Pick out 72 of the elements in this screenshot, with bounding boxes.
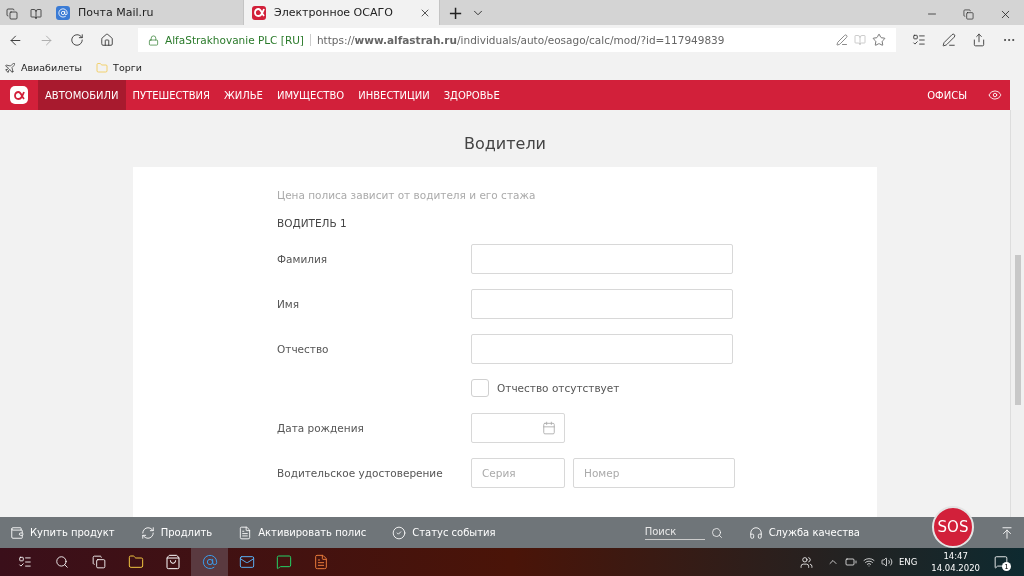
language-indicator[interactable]: ENG [899,557,918,567]
text-field[interactable] [471,244,733,274]
mail-icon[interactable] [238,554,255,570]
alfa-logo-icon [252,5,266,20]
field-label: Имя [277,298,301,310]
nav-link[interactable]: ИНВЕСТИЦИИ [351,80,437,110]
star-icon[interactable] [872,33,886,47]
nav-link[interactable]: ЖИЛЬЕ [216,80,270,110]
action-link[interactable]: Служба качества [748,525,860,540]
text-field[interactable]: Серия [471,458,565,488]
checkbox-label: Отчество отсутствует [497,382,620,394]
refresh-icon[interactable] [70,33,84,47]
new-tab-button[interactable]: + [440,0,472,25]
page-title: Водители [464,134,546,153]
tabs-aside-icon[interactable] [6,8,18,20]
text-field[interactable]: Номер [573,458,735,488]
search-icon[interactable] [54,555,69,569]
action-link[interactable]: Купить продукт [10,525,115,540]
checkbox[interactable] [471,379,489,397]
task-view-icon[interactable] [91,555,106,569]
address-bar[interactable]: AlfaStrakhovanie PLC [RU] https://www.alfastrah.ru/individuals/auto/eosago/calc/mod/?id=117949839 [138,28,896,52]
nav-link[interactable]: ОФИСЫ [920,80,974,110]
folder-icon[interactable] [127,554,144,570]
clock-date[interactable]: 14.04.2020 [931,562,980,574]
browser-tab[interactable]: Электронное ОСАГО [244,0,440,25]
folder-icon [96,61,109,74]
bookmark[interactable]: Торги [96,61,142,74]
volume-icon[interactable] [881,556,893,568]
mail-logo-icon [56,5,70,20]
lock-icon [148,34,159,46]
calendar-icon [542,421,556,435]
home-icon[interactable] [100,33,114,47]
nav-link[interactable]: АВТОМОБИЛИ [38,80,126,110]
document-icon[interactable] [312,554,329,570]
pen-icon[interactable] [942,33,956,47]
bookmark[interactable]: Авиабилеты [4,61,83,74]
action-link[interactable]: Активировать полис [238,525,367,540]
search-field[interactable]: Поиск [644,525,705,540]
share-icon[interactable] [972,33,986,47]
browser-icon[interactable] [201,554,218,570]
nav-link[interactable]: ИМУЩЕСТВО [269,80,352,110]
refresh-icon [140,525,155,540]
shopping-bag-icon[interactable] [164,554,181,570]
action-link[interactable]: Продлить [140,525,213,540]
field-label: Отчество [277,343,330,355]
wifi-icon[interactable] [863,556,875,568]
document-icon [238,525,253,540]
scrollbar[interactable] [1010,110,1024,517]
action-link[interactable]: Статус события [392,525,496,540]
date-field[interactable] [471,413,565,443]
eye-icon[interactable] [988,88,1002,102]
back-icon[interactable] [8,32,23,48]
field-label: Водительское удостоверение [277,467,444,479]
chat-icon[interactable] [275,554,292,570]
search-icon [710,526,723,539]
plane-icon [4,61,16,74]
people-icon[interactable] [800,555,813,569]
text-field[interactable] [471,334,733,364]
text-field[interactable] [471,289,733,319]
nav-link[interactable]: ЗДОРОВЬЕ [436,80,507,110]
scroll-top-icon[interactable] [1000,525,1014,540]
clock-time[interactable]: 14:47 [943,550,968,562]
alfa-logo-icon[interactable] [10,86,28,104]
field-label: Фамилия [277,253,329,265]
restore-icon[interactable] [963,8,974,20]
headset-icon [748,525,763,540]
check-circle-icon [392,525,407,540]
wallet-icon [10,525,24,540]
section-heading: ВОДИТЕЛЬ 1 [277,217,348,229]
hint-text: Цена полиса зависит от водителя и его стажа [277,189,537,201]
nav-link[interactable]: ПУТЕШЕСТВИЯ [125,80,217,110]
field-label: Дата рождения [277,422,365,434]
